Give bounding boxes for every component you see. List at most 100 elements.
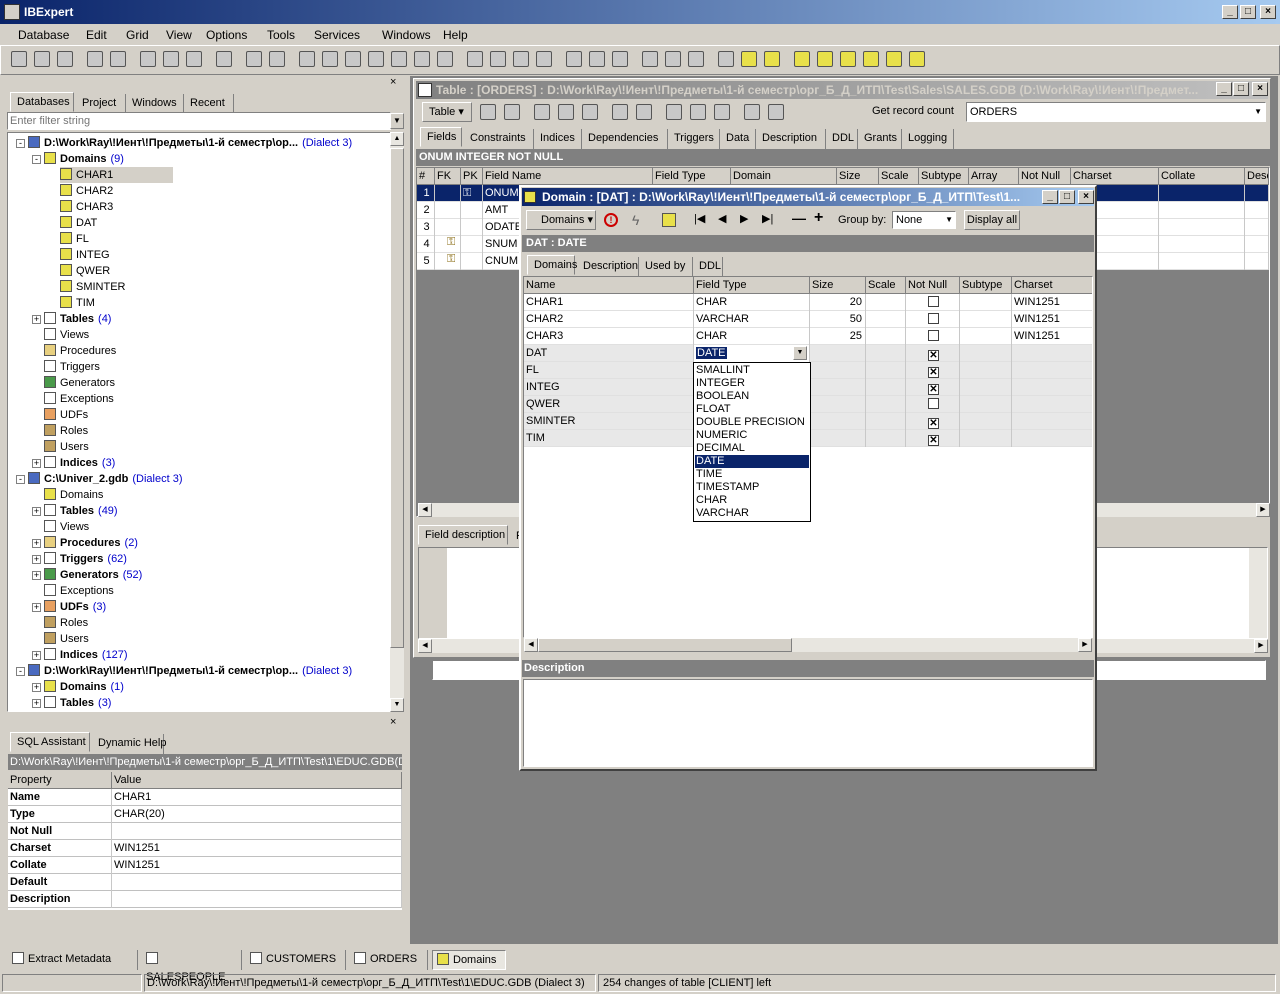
display-all-button[interactable]: Display all <box>964 210 1020 230</box>
tbl-icon[interactable] <box>741 51 757 67</box>
run-icon[interactable] <box>269 51 285 67</box>
table-maximize-button[interactable]: □ <box>1233 82 1249 96</box>
table-tab-data[interactable]: Data <box>720 129 756 149</box>
not-null-checkbox[interactable] <box>928 313 939 324</box>
menu-database[interactable]: Database <box>18 28 69 42</box>
domains-column-header[interactable]: Size <box>810 277 866 294</box>
key-icon[interactable] <box>437 51 453 67</box>
table-tab-description[interactable]: Description <box>756 129 826 149</box>
expand-icon[interactable]: + <box>32 683 41 692</box>
move-field-icon[interactable] <box>582 104 598 120</box>
assistant-tab-dynamic-help[interactable]: Dynamic Help <box>92 734 166 754</box>
menu-windows[interactable]: Windows <box>382 28 431 42</box>
delete-record-icon[interactable]: — <box>792 210 806 226</box>
tree-node[interactable]: Views <box>44 327 89 343</box>
field-type-option[interactable]: FLOAT <box>695 403 809 416</box>
tree-node[interactable]: Tables (3) <box>44 695 111 711</box>
compile-icon[interactable]: ϟ <box>632 212 639 228</box>
table-tab-constraints[interactable]: Constraints <box>464 129 534 149</box>
script-exec-icon[interactable] <box>368 51 384 67</box>
taskbar-salespeople[interactable]: SALESPEOPLE <box>142 950 242 983</box>
domains-column-header[interactable]: Not Null <box>906 277 960 294</box>
field-type-option[interactable]: INTEGER <box>695 377 809 390</box>
collapse-icon[interactable]: - <box>16 475 25 484</box>
exit-icon[interactable] <box>163 51 179 67</box>
fields-column-header[interactable]: Desc <box>1245 168 1269 185</box>
unregister-db-icon[interactable] <box>34 51 50 67</box>
domains-column-header[interactable]: Subtype <box>960 277 1012 294</box>
tree-node[interactable]: Triggers <box>44 359 100 375</box>
tree-node[interactable]: UDFs (3) <box>44 599 106 615</box>
settings-icon[interactable] <box>414 51 430 67</box>
edit-icon[interactable] <box>768 104 784 120</box>
save-table-icon[interactable] <box>504 104 520 120</box>
tree-node[interactable]: Views <box>44 519 89 535</box>
new-icon[interactable] <box>186 51 202 67</box>
tree-node[interactable]: CHAR1 <box>60 167 174 183</box>
tree-node[interactable]: C:\Univer_2.gdb (Dialect 3) <box>28 471 182 487</box>
expand-icon[interactable]: + <box>32 507 41 516</box>
tree-node[interactable]: Procedures <box>44 343 116 359</box>
not-null-checkbox[interactable]: ✕ <box>928 384 939 395</box>
dropdown-arrow-icon[interactable]: ▼ <box>793 346 807 360</box>
expand-icon[interactable]: + <box>32 315 41 324</box>
table-tab-dependencies[interactable]: Dependencies <box>582 129 668 149</box>
expand-icon[interactable]: + <box>32 571 41 580</box>
search-icon[interactable] <box>345 51 361 67</box>
table-tab-indices[interactable]: Indices <box>534 129 582 149</box>
fields-column-header[interactable]: FK <box>435 168 461 185</box>
print2-icon[interactable] <box>690 104 706 120</box>
domain-row[interactable]: DAT DATE ▼ ✕ <box>524 345 1092 362</box>
insert-field-icon[interactable] <box>558 104 574 120</box>
domain-tab-domains[interactable]: Domains <box>527 255 577 275</box>
paste2-icon[interactable] <box>612 51 628 67</box>
paste-icon[interactable] <box>246 51 262 67</box>
tree-node[interactable]: Domains (1) <box>44 679 124 695</box>
domain-tab-description[interactable]: Description <box>577 257 639 277</box>
tree-node[interactable]: Indices (127) <box>44 647 128 663</box>
tree-node[interactable]: TIM <box>60 295 95 311</box>
table-menu-button[interactable]: Table ▾ <box>422 102 472 122</box>
tree-node[interactable]: D:\Work\Ray\!Иент\!Предметы\1-й семестр\… <box>28 663 352 679</box>
tree-node[interactable]: Exceptions <box>44 583 114 599</box>
field-type-option[interactable]: SMALLINT <box>695 364 809 377</box>
group-by-select[interactable]: None ▼ <box>892 211 956 229</box>
tree-node[interactable]: Domains (9) <box>44 151 124 167</box>
field-type-dropdown[interactable]: SMALLINT INTEGER BOOLEAN FLOAT DOUBLE PRECIS… <box>693 362 811 522</box>
tree-node[interactable]: D:\Work\Ray\!Иент\!Предметы\1-й семестр\… <box>28 135 352 151</box>
maximize-button[interactable]: □ <box>1240 5 1256 19</box>
expand-icon[interactable]: + <box>32 539 41 548</box>
new-db-icon[interactable] <box>140 51 156 67</box>
field-type-option[interactable]: NUMERIC <box>695 429 809 442</box>
not-null-checkbox[interactable]: ✕ <box>928 350 939 361</box>
tree-node[interactable]: Domains <box>44 487 103 503</box>
prev-record-icon[interactable]: ◀ <box>718 212 726 225</box>
menu-services[interactable]: Services <box>314 28 360 42</box>
domain-row[interactable]: CHAR3 CHAR 25 WIN1251 <box>524 328 1092 345</box>
field-type-option[interactable]: DOUBLE PRECISION <box>695 416 809 429</box>
menu-tools[interactable]: Tools <box>267 28 295 42</box>
domain-tab-ddl[interactable]: DDL <box>693 257 723 277</box>
field-type-option[interactable]: DATE <box>695 455 809 468</box>
tree-node[interactable]: Tables (4) <box>44 311 111 327</box>
domains-column-header[interactable]: Field Type <box>694 277 810 294</box>
doc-icon[interactable] <box>490 51 506 67</box>
property-value[interactable] <box>112 874 402 891</box>
field-icon[interactable] <box>718 51 734 67</box>
minimize-button[interactable]: _ <box>1222 5 1238 19</box>
domain-description-editor[interactable] <box>523 679 1093 767</box>
domain-close-button[interactable]: × <box>1078 190 1094 204</box>
open-icon[interactable] <box>513 51 529 67</box>
table-tab-triggers[interactable]: Triggers <box>668 129 720 149</box>
domain-type[interactable]: DATE ▼ <box>694 345 810 362</box>
domain-type[interactable]: CHAR <box>694 328 810 345</box>
left-tab-recent[interactable]: Recent <box>184 94 234 114</box>
table-tab-logging[interactable]: Logging <box>902 129 954 149</box>
register-db-icon[interactable] <box>11 51 27 67</box>
terminal-icon[interactable] <box>467 51 483 67</box>
field-type-option[interactable]: DECIMAL <box>695 442 809 455</box>
tree-node[interactable]: CHAR2 <box>60 183 113 199</box>
domain-type[interactable]: VARCHAR <box>694 311 810 328</box>
fields-column-header[interactable]: Array <box>969 168 1019 185</box>
tree-node[interactable]: Generators (52) <box>44 567 142 583</box>
